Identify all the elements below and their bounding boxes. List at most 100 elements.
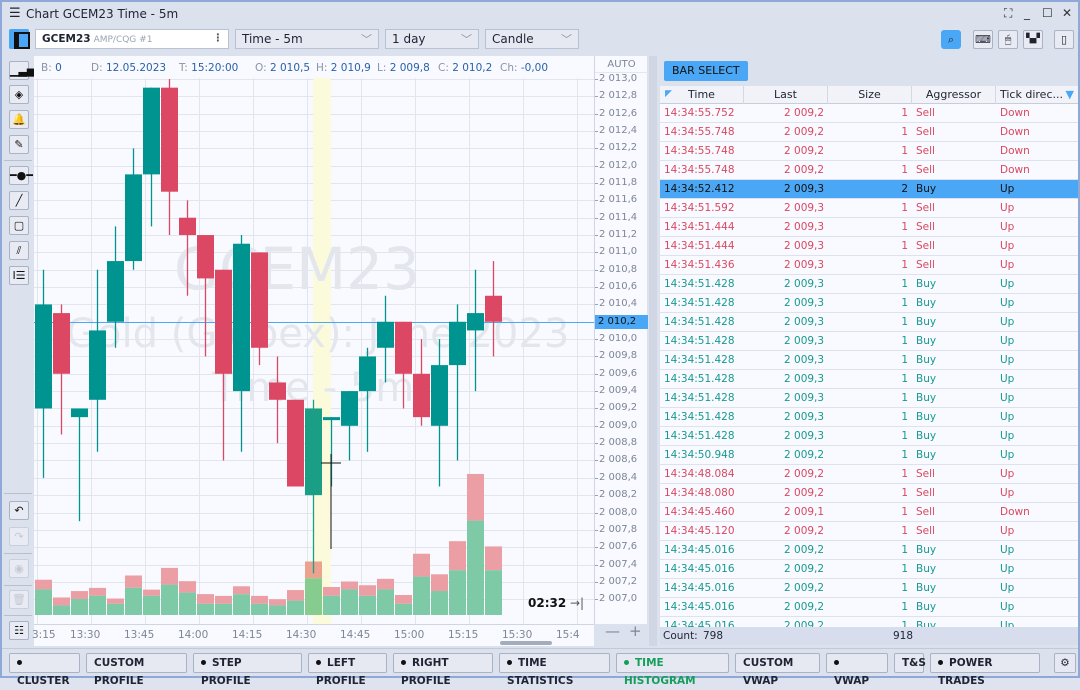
volume-bar-sell (233, 586, 250, 595)
trade-row[interactable]: 14:34:51.428 2 009,3 1 Buy Up (660, 294, 1078, 313)
volume-bar-sell (35, 579, 52, 590)
hamburger-menu-icon[interactable]: ☰ (9, 6, 21, 21)
bar-select-button[interactable]: BAR SELECT (664, 61, 748, 81)
mouse-icon[interactable]: 🖱 (998, 30, 1018, 49)
trash-icon[interactable]: 🗑 (9, 590, 29, 609)
trade-row[interactable]: 14:34:51.592 2 009,3 1 Sell Up (660, 199, 1078, 218)
trade-row[interactable]: 14:34:45.016 2 009,2 1 Buy Up (660, 617, 1078, 627)
trade-row[interactable]: 14:34:51.428 2 009,3 1 Buy Up (660, 370, 1078, 389)
trend-line-icon[interactable]: ╱ (9, 191, 29, 210)
button-label: LEFT PROFILE (316, 657, 366, 687)
panel-toggle-icon[interactable]: ▯ (1054, 30, 1074, 49)
toggle-power-trades[interactable]: POWER TRADES (930, 653, 1040, 687)
candlestick-chart[interactable]: GCEM23 Gold (Globex): June 2023 Time - 5… (34, 56, 594, 624)
toggle-time-statistics[interactable]: TIME STATISTICS (499, 653, 610, 687)
candle-up (377, 321, 394, 348)
toggle-time-histogram[interactable]: TIME HISTOGRAM (616, 653, 729, 687)
trade-row[interactable]: 14:34:51.444 2 009,3 1 Sell Up (660, 237, 1078, 256)
toggle-custom-vwap[interactable]: CUSTOM VWAP (735, 653, 820, 687)
cell-size: 1 (901, 126, 908, 138)
symbol-selector[interactable]: GCEM23 AMP/CQG #1 ⋮ (35, 29, 229, 49)
cell-aggressor: Buy (916, 411, 937, 423)
trade-row[interactable]: 14:34:45.016 2 009,2 1 Buy Up (660, 579, 1078, 598)
price-tick (595, 443, 598, 445)
trade-row[interactable]: 14:34:51.436 2 009,3 1 Sell Up (660, 256, 1078, 275)
candle-down (485, 295, 502, 322)
column-time[interactable]: ◤ Time (660, 86, 744, 104)
column-tick-direction[interactable]: Tick direc... ▼ (996, 86, 1078, 104)
chart-type-dropdown[interactable]: Candle ﹀ (485, 29, 579, 49)
trade-row[interactable]: 14:34:45.016 2 009,2 1 Buy Up (660, 598, 1078, 617)
panel-splitter[interactable] (649, 56, 657, 646)
indicators-icon[interactable]: ▁▃▅ (9, 61, 35, 80)
binoculars-icon[interactable]: ▚▞ (1023, 30, 1043, 49)
trade-row[interactable]: 14:34:55.748 2 009,2 1 Sell Down (660, 161, 1078, 180)
object-list-icon[interactable]: ☷ (9, 621, 29, 640)
timeframe-dropdown[interactable]: Time - 5m ﹀ (235, 29, 379, 49)
trade-row[interactable]: 14:34:51.428 2 009,3 1 Buy Up (660, 408, 1078, 427)
period-dropdown[interactable]: 1 day ﹀ (385, 29, 479, 49)
filter-icon[interactable]: ▼ (1066, 86, 1074, 104)
alert-bell-icon[interactable]: 🔔 (9, 110, 29, 129)
parallel-channel-icon[interactable]: ⫽ (9, 241, 29, 260)
toggle-vwap[interactable]: VWAP (826, 653, 888, 687)
layers-icon[interactable]: ◈ (9, 85, 29, 104)
trade-row[interactable]: 14:34:51.428 2 009,3 1 Buy Up (660, 351, 1078, 370)
column-size[interactable]: Size (828, 86, 912, 104)
time-scrollbar[interactable] (500, 641, 552, 645)
trade-row[interactable]: 14:34:50.948 2 009,2 1 Buy Up (660, 446, 1078, 465)
cell-size: 1 (901, 354, 908, 366)
redo-icon[interactable]: ↷ (9, 527, 29, 546)
trade-row[interactable]: 14:34:55.748 2 009,2 1 Sell Down (660, 142, 1078, 161)
trade-row[interactable]: 14:34:51.444 2 009,3 1 Sell Up (660, 218, 1078, 237)
volume-bar-buy (197, 603, 214, 615)
zoom-in-button[interactable]: + (629, 622, 642, 640)
text-note-icon[interactable]: I☰ (9, 266, 29, 285)
visibility-eye-icon[interactable]: ◉ (9, 559, 29, 578)
trades-table[interactable]: 14:34:55.752 2 009,2 1 Sell Down 14:34:55.748… (660, 104, 1078, 627)
rectangle-icon[interactable]: ▢ (9, 216, 29, 235)
trade-row[interactable]: 14:34:45.016 2 009,2 1 Buy Up (660, 560, 1078, 579)
drawing-edit-icon[interactable]: ✎ (9, 135, 29, 154)
trade-row[interactable]: 14:34:52.412 2 009,3 2 Buy Up (660, 180, 1078, 199)
trade-row[interactable]: 14:34:55.748 2 009,2 1 Sell Down (660, 123, 1078, 142)
trade-row[interactable]: 14:34:51.428 2 009,3 1 Buy Up (660, 332, 1078, 351)
button-label: RIGHT PROFILE (401, 657, 451, 687)
trade-row[interactable]: 14:34:45.120 2 009,2 1 Sell Up (660, 522, 1078, 541)
column-aggressor[interactable]: Aggressor (912, 86, 996, 104)
toggle-right-profile[interactable]: RIGHT PROFILE (393, 653, 493, 687)
settings-gear-icon[interactable]: ⚙ (1054, 653, 1076, 673)
trade-row[interactable]: 14:34:48.084 2 009,2 1 Sell Up (660, 465, 1078, 484)
column-last[interactable]: Last (744, 86, 828, 104)
maximize-icon[interactable]: ☐ (1042, 6, 1053, 20)
more-options-icon[interactable]: ⋮ (213, 32, 224, 44)
scroll-to-end-icon[interactable]: →| (570, 596, 584, 610)
toggle-left-profile[interactable]: LEFT PROFILE (308, 653, 387, 687)
trade-row[interactable]: 14:34:45.016 2 009,2 1 Buy Up (660, 541, 1078, 560)
close-icon[interactable]: ✕ (1062, 6, 1072, 20)
trade-row[interactable]: 14:34:45.460 2 009,1 1 Sell Down (660, 503, 1078, 522)
toggle-cluster[interactable]: CLUSTER (9, 653, 80, 687)
trade-row[interactable]: 14:34:51.428 2 009,3 1 Buy Up (660, 313, 1078, 332)
chart-canvas[interactable]: GCEM23 Gold (Globex): June 2023 Time - 5… (34, 56, 594, 624)
toggle-step-profile[interactable]: STEP PROFILE (193, 653, 302, 687)
price-axis[interactable]: AUTO 2 013,0 2 012,8 2 012,6 2 012,4 2 012,2… (594, 56, 648, 624)
low-label: L: (377, 62, 387, 74)
trade-row[interactable]: 14:34:51.428 2 009,3 1 Buy Up (660, 275, 1078, 294)
sidebar-toggle-button[interactable] (9, 29, 30, 49)
fullscreen-icon[interactable]: ⛶ (1004, 6, 1012, 21)
undo-icon[interactable]: ↶ (9, 501, 29, 520)
keyboard-icon[interactable]: ⌨ (973, 30, 993, 49)
auto-scale-button[interactable]: AUTO (595, 56, 648, 73)
volume-bar-sell (179, 581, 196, 593)
chart-search-icon[interactable]: ⌕ (941, 30, 961, 49)
trade-row[interactable]: 14:34:51.428 2 009,3 1 Buy Up (660, 427, 1078, 446)
trade-row[interactable]: 14:34:48.080 2 009,2 1 Sell Up (660, 484, 1078, 503)
horizontal-line-icon[interactable]: ━●━ (9, 166, 33, 185)
trade-row[interactable]: 14:34:51.428 2 009,3 1 Buy Up (660, 389, 1078, 408)
minimize-icon[interactable]: _ (1024, 6, 1030, 20)
zoom-out-button[interactable]: — (605, 622, 620, 640)
toggle-custom-profile[interactable]: CUSTOM PROFILE (86, 653, 187, 687)
trade-row[interactable]: 14:34:55.752 2 009,2 1 Sell Down (660, 104, 1078, 123)
toggle-t-s[interactable]: T&S (894, 653, 926, 673)
